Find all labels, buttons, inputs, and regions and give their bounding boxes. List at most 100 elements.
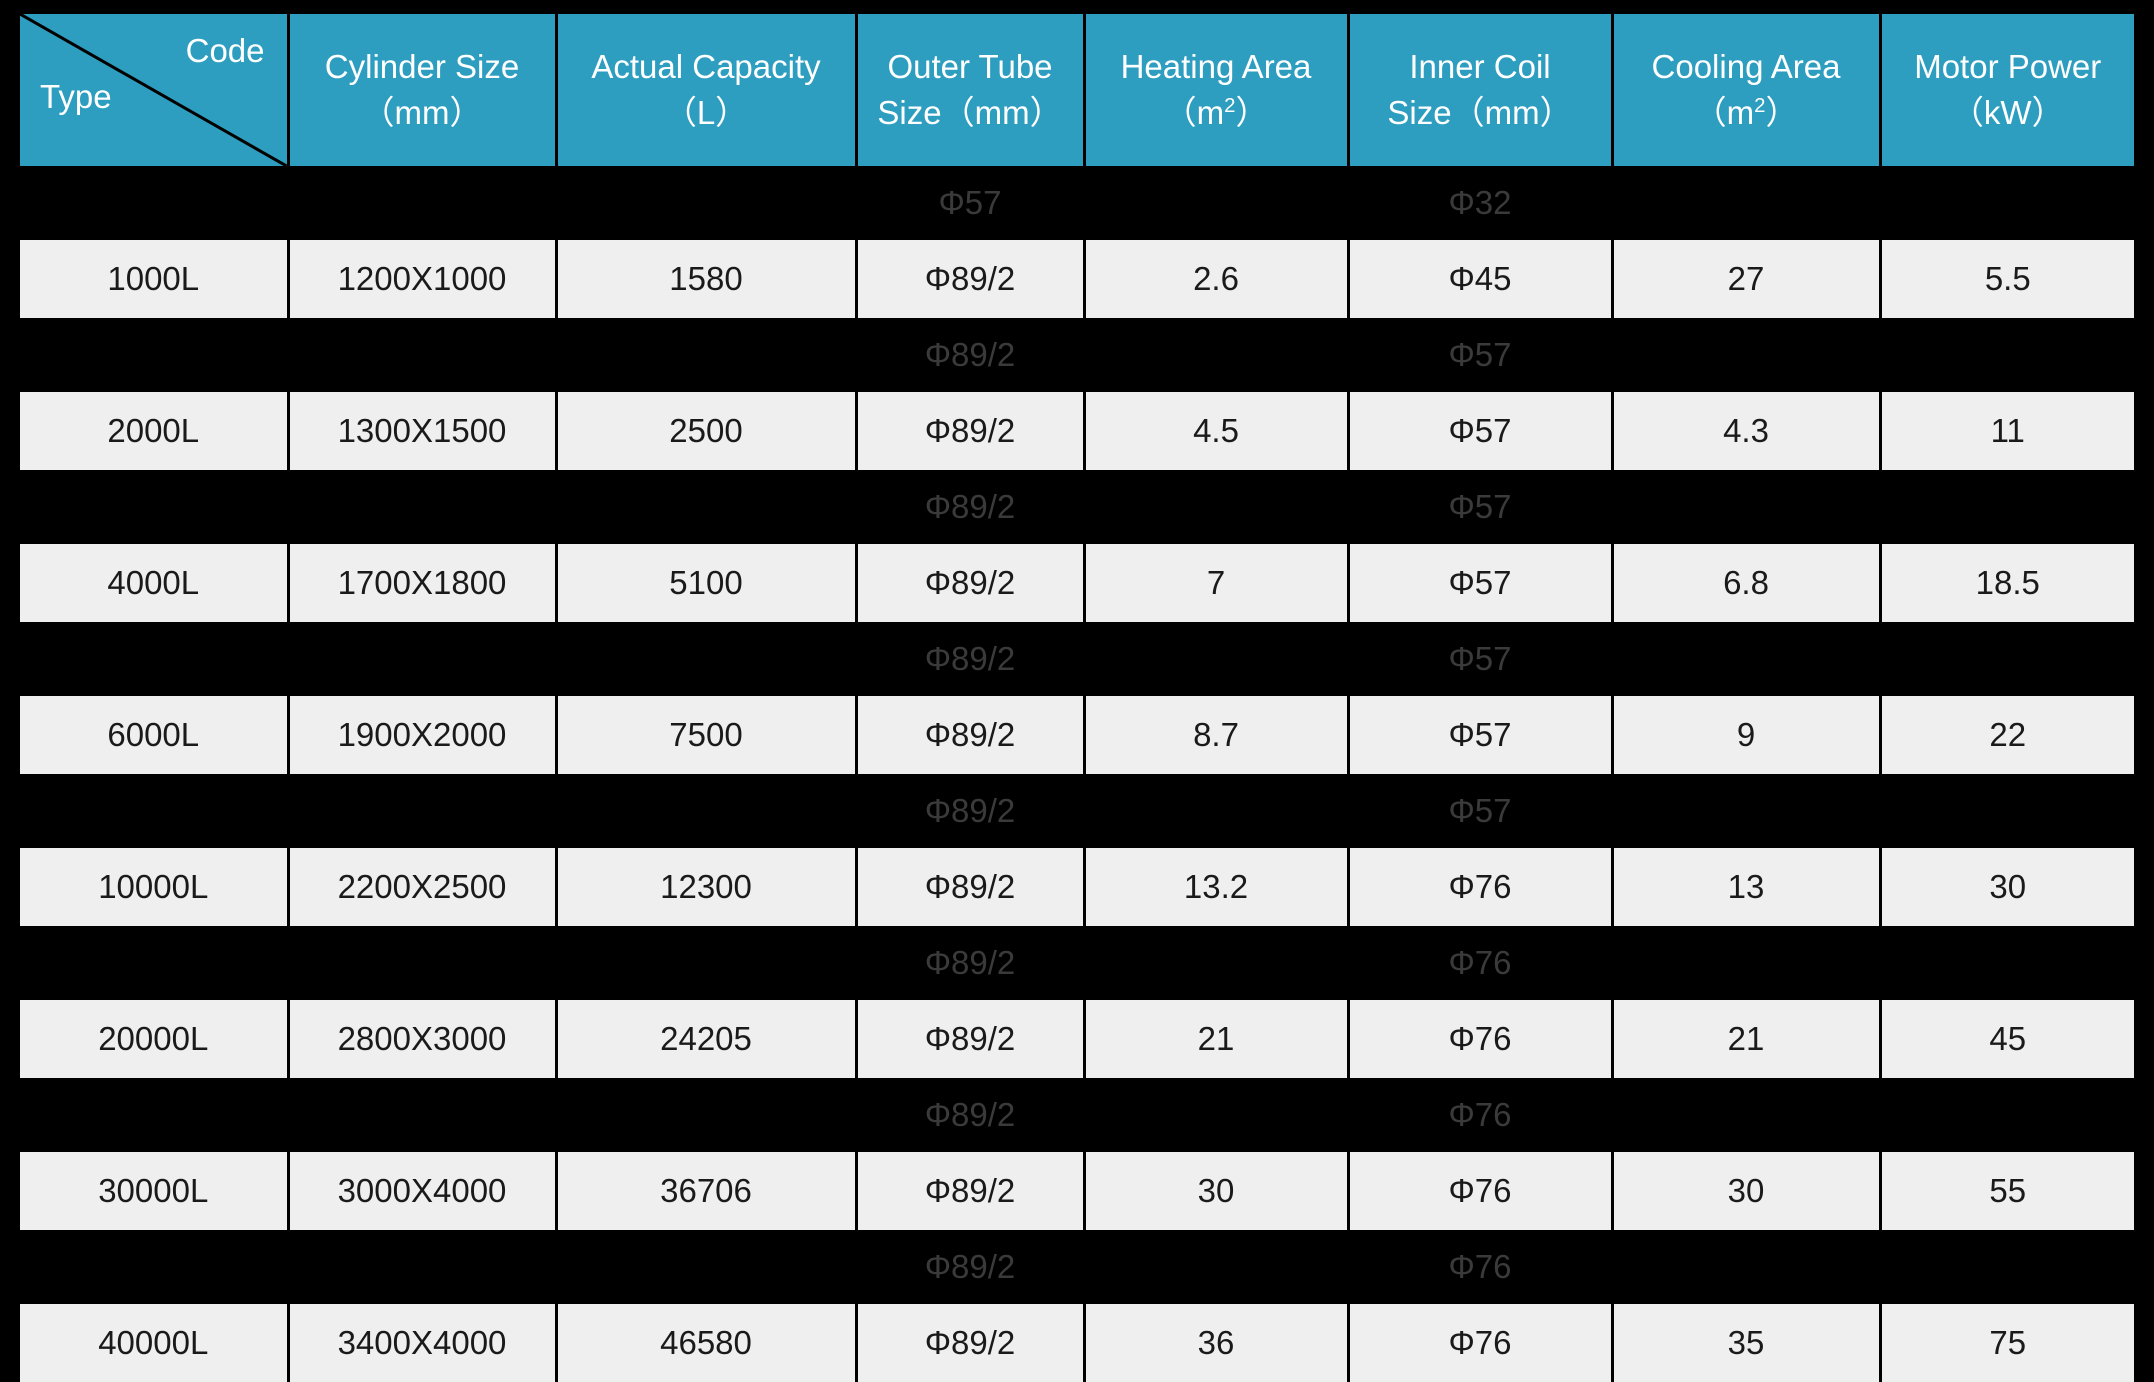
gap-cell-blank	[288, 622, 556, 696]
gap-cell-blank	[1084, 318, 1348, 392]
header-row: Code Type Cylinder Size （mm） Actual Capa…	[20, 14, 2134, 166]
column-header-line2: Size（mm）	[877, 94, 1063, 131]
gap-cell-inner-coil: Φ57	[1348, 622, 1612, 696]
corner-code-label: Code	[185, 32, 265, 69]
cell-inner-coil-size: Φ76	[1346, 1000, 1614, 1078]
gap-cell-blank	[556, 622, 856, 696]
cell-type: 40000L	[20, 1304, 290, 1382]
gap-cell-outer-tube: Φ57	[856, 166, 1084, 240]
gap-cell-blank	[1084, 1230, 1348, 1304]
cell-heating-area: 21	[1082, 1000, 1350, 1078]
column-header-inner-coil-size: Inner Coil Size（mm）	[1346, 14, 1614, 166]
gap-cell-blank	[556, 774, 856, 848]
cell-inner-coil-size: Φ45	[1346, 240, 1614, 318]
gap-cell-outer-tube: Φ89/2	[856, 318, 1084, 392]
cell-cylinder-size: 2200X2500	[286, 848, 558, 926]
cell-cooling-area: 27	[1610, 240, 1882, 318]
column-header-line1: Actual Capacity	[591, 48, 821, 86]
gap-cell-blank	[1880, 926, 2134, 1000]
spec-table-container: Code Type Cylinder Size （mm） Actual Capa…	[0, 0, 2154, 1382]
cell-motor-power: 5.5	[1878, 240, 2134, 318]
cell-outer-tube-size: Φ89/2	[854, 1152, 1086, 1230]
cell-inner-coil-size: Φ57	[1346, 392, 1614, 470]
gap-cell-blank	[1880, 1230, 2134, 1304]
gap-row: Φ89/2 Φ57	[20, 774, 2134, 848]
gap-cell-blank	[1880, 318, 2134, 392]
gap-row: Φ89/2 Φ57	[20, 622, 2134, 696]
cell-heating-area: 8.7	[1082, 696, 1350, 774]
gap-row: Φ89/2 Φ76	[20, 1078, 2134, 1152]
gap-cell-outer-tube: Φ89/2	[856, 622, 1084, 696]
gap-cell-outer-tube: Φ89/2	[856, 926, 1084, 1000]
gap-row: Φ57 Φ32	[20, 166, 2134, 240]
cell-type: 10000L	[20, 848, 290, 926]
gap-cell-blank	[1084, 1078, 1348, 1152]
gap-cell-blank	[20, 622, 288, 696]
corner-type-label: Type	[40, 78, 112, 115]
cell-inner-coil-size: Φ76	[1346, 1152, 1614, 1230]
column-header-line1: Cooling Area	[1651, 48, 1841, 86]
column-header-outer-tube-size: Outer Tube Size（mm）	[854, 14, 1086, 166]
gap-cell-inner-coil: Φ76	[1348, 926, 1612, 1000]
gap-row: Φ89/2 Φ76	[20, 1230, 2134, 1304]
column-header-line2: （kW）	[1950, 94, 2065, 131]
cell-heating-area: 36	[1082, 1304, 1350, 1382]
cell-actual-capacity: 7500	[554, 696, 858, 774]
cell-cylinder-size: 3400X4000	[286, 1304, 558, 1382]
column-header-line2-unit: （m2）	[1693, 94, 1799, 131]
gap-cell-inner-coil: Φ76	[1348, 1078, 1612, 1152]
cell-motor-power: 75	[1878, 1304, 2134, 1382]
cell-outer-tube-size: Φ89/2	[854, 696, 1086, 774]
gap-cell-outer-tube: Φ89/2	[856, 774, 1084, 848]
gap-cell-blank	[1880, 470, 2134, 544]
cell-cylinder-size: 1900X2000	[286, 696, 558, 774]
cell-type: 4000L	[20, 544, 290, 622]
gap-cell-inner-coil: Φ32	[1348, 166, 1612, 240]
gap-cell-blank	[1084, 774, 1348, 848]
gap-row: Φ89/2 Φ57	[20, 318, 2134, 392]
gap-cell-blank	[1084, 470, 1348, 544]
cell-motor-power: 45	[1878, 1000, 2134, 1078]
gap-cell-blank	[556, 318, 856, 392]
cell-motor-power: 55	[1878, 1152, 2134, 1230]
gap-cell-blank	[556, 166, 856, 240]
cell-cooling-area: 9	[1610, 696, 1882, 774]
gap-cell-blank	[1880, 622, 2134, 696]
gap-cell-inner-coil: Φ57	[1348, 318, 1612, 392]
cell-actual-capacity: 2500	[554, 392, 858, 470]
column-header-type-code: Code Type	[20, 14, 290, 166]
gap-cell-blank	[1880, 1078, 2134, 1152]
gap-cell-blank	[20, 1078, 288, 1152]
gap-cell-blank	[288, 318, 556, 392]
column-header-line1: Inner Coil	[1409, 48, 1551, 86]
gap-cell-blank	[556, 470, 856, 544]
column-header-line1: Outer Tube	[887, 48, 1053, 86]
gap-cell-blank	[556, 926, 856, 1000]
cell-actual-capacity: 46580	[554, 1304, 858, 1382]
column-header-line1: Heating Area	[1120, 48, 1312, 86]
cell-actual-capacity: 12300	[554, 848, 858, 926]
cell-cylinder-size: 1300X1500	[286, 392, 558, 470]
cell-cylinder-size: 1700X1800	[286, 544, 558, 622]
gap-cell-blank	[1612, 774, 1880, 848]
column-header-line2-unit: （m2）	[1163, 94, 1269, 131]
cell-cooling-area: 6.8	[1610, 544, 1882, 622]
gap-cell-blank	[1880, 774, 2134, 848]
gap-cell-blank	[1612, 470, 1880, 544]
table-header: Code Type Cylinder Size （mm） Actual Capa…	[20, 14, 2134, 166]
column-header-motor-power: Motor Power （kW）	[1878, 14, 2134, 166]
cell-outer-tube-size: Φ89/2	[854, 240, 1086, 318]
cell-inner-coil-size: Φ57	[1346, 696, 1614, 774]
cell-heating-area: 2.6	[1082, 240, 1350, 318]
gap-cell-blank	[1612, 166, 1880, 240]
cell-heating-area: 4.5	[1082, 392, 1350, 470]
table-row: 6000L 1900X2000 7500 Φ89/2 8.7 Φ57 9 22	[20, 696, 2134, 774]
cell-type: 6000L	[20, 696, 290, 774]
gap-cell-blank	[20, 1230, 288, 1304]
table-row: 1000L 1200X1000 1580 Φ89/2 2.6 Φ45 27 5.…	[20, 240, 2134, 318]
gap-cell-blank	[556, 1230, 856, 1304]
cell-type: 1000L	[20, 240, 290, 318]
cell-motor-power: 18.5	[1878, 544, 2134, 622]
cell-cooling-area: 4.3	[1610, 392, 1882, 470]
gap-cell-blank	[20, 318, 288, 392]
